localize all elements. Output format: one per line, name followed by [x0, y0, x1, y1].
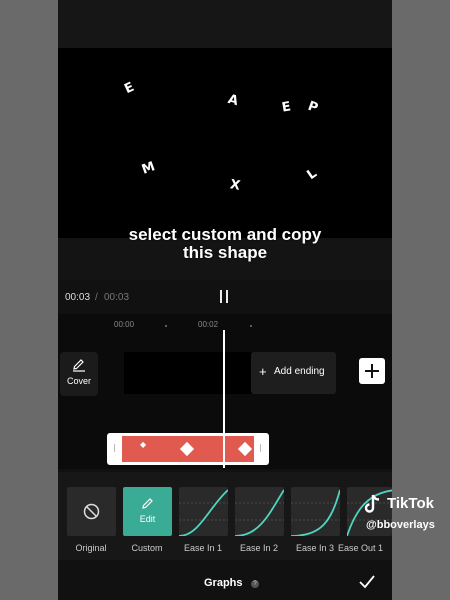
preset-label: Custom: [131, 543, 163, 553]
ban-icon: [83, 503, 100, 520]
time-separator: /: [95, 292, 98, 303]
preset-label: Ease In 3: [295, 543, 335, 553]
video-preview[interactable]: E A E P M X L: [58, 48, 392, 238]
preset-original[interactable]: [67, 487, 116, 536]
curve-graph: [235, 489, 284, 536]
speed-track[interactable]: ◆: [107, 433, 269, 465]
caption-line-2: this shape: [182, 243, 268, 262]
pause-icon[interactable]: [219, 290, 229, 304]
cover-label: Cover: [66, 376, 91, 386]
preset-edit-label: Edit: [139, 514, 156, 524]
add-clip-button[interactable]: [359, 358, 385, 384]
preset-label: Ease Out 1: [338, 543, 384, 553]
preset-label: Ease In 2: [239, 543, 279, 553]
preset-custom[interactable]: Edit: [123, 487, 172, 536]
player-time-bar: 00:03 / 00:03: [58, 284, 392, 310]
preview-letter: E: [280, 99, 293, 116]
bottom-bar: Graphs ?: [58, 560, 392, 600]
ruler-dot: [165, 325, 167, 327]
small-keyframe-icon: ◆: [140, 440, 147, 449]
caption-line-1: select custom and copy: [128, 225, 322, 244]
tiktok-watermark: TikTok @bboverlays: [362, 493, 450, 538]
check-icon[interactable]: [358, 574, 376, 590]
curve-graph: [291, 489, 340, 536]
preset-ease-in-2[interactable]: [235, 487, 284, 536]
preview-letter: X: [228, 177, 242, 194]
tiktok-logo-icon: [364, 494, 380, 513]
tiktok-username: @bboverlays: [366, 519, 435, 531]
track-left-handle[interactable]: [114, 444, 115, 452]
top-bar: [58, 0, 392, 48]
curve-graph: [179, 489, 228, 536]
timeline-panel: 00:00 00:02 Cover + Add ending ◆: [58, 314, 392, 469]
time-ruler: 00:00 00:02: [58, 318, 392, 332]
preset-ease-in-1[interactable]: [179, 487, 228, 536]
add-ending-button[interactable]: + Add ending: [251, 352, 336, 394]
preset-ease-in-3[interactable]: [291, 487, 340, 536]
plus-icon-v: [371, 364, 373, 378]
plus-icon: +: [259, 364, 267, 379]
current-time: 00:03: [65, 292, 91, 303]
preset-label: Ease In 1: [183, 543, 223, 553]
preview-letter: L: [304, 165, 320, 184]
cover-button[interactable]: Cover: [60, 352, 98, 396]
phone-screen: E A E P M X L select custom and copy thi…: [58, 0, 392, 600]
ruler-label: 00:00: [114, 320, 135, 329]
keyframe-icon[interactable]: [179, 441, 195, 457]
total-time: 00:03: [104, 292, 130, 303]
track-fill: ◆: [122, 436, 254, 462]
panel-title: Graphs: [204, 577, 243, 589]
preset-label: Original: [75, 543, 107, 553]
help-icon[interactable]: ?: [251, 580, 259, 588]
preview-letter: M: [139, 159, 158, 178]
keyframe-icon[interactable]: [237, 441, 253, 457]
ruler-label: 00:02: [198, 320, 219, 329]
pencil-icon: [73, 359, 85, 372]
preview-letter: E: [122, 79, 137, 98]
playhead[interactable]: [223, 330, 225, 468]
tiktok-brand: TikTok: [387, 495, 434, 512]
left-margin: [0, 0, 58, 600]
add-ending-label: Add ending: [274, 366, 325, 377]
video-clip[interactable]: [124, 352, 252, 394]
preview-letter: P: [305, 98, 320, 117]
curve-presets: Original Edit Custom Ease In 1 Ease In 2: [58, 472, 392, 560]
preview-letter: A: [226, 91, 240, 110]
ruler-dot: [250, 325, 252, 327]
edit-icon: [142, 498, 153, 509]
track-right-handle[interactable]: [260, 444, 261, 452]
